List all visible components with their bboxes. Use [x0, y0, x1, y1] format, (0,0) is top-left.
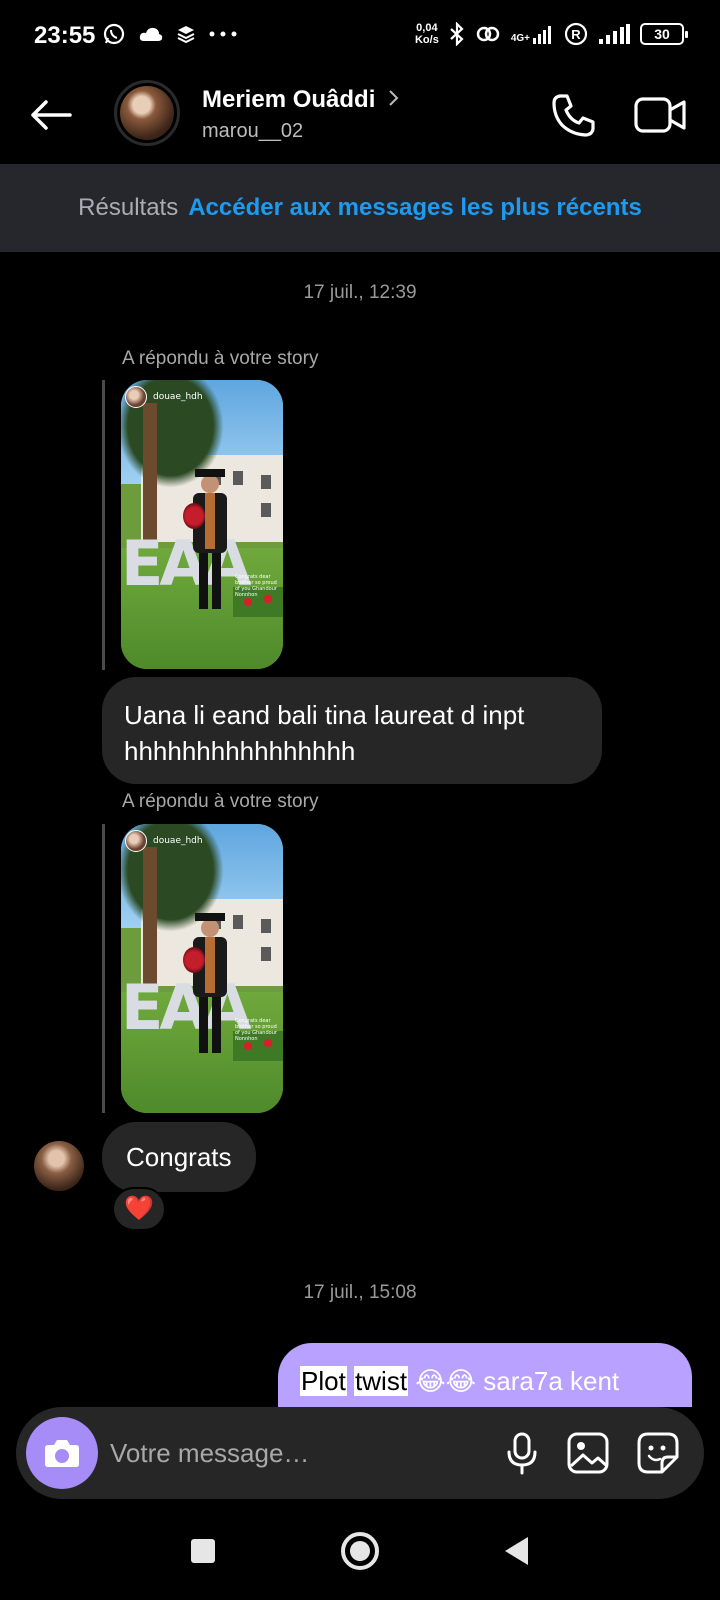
phone-icon[interactable]: [548, 90, 598, 140]
story-username: douae_hdh: [153, 836, 203, 846]
contact-name[interactable]: Meriem Ouâddi: [202, 86, 375, 114]
story-window: [261, 919, 271, 934]
story-user: douae_hdh: [125, 386, 203, 408]
microphone-icon[interactable]: [496, 1427, 548, 1479]
more-dots-icon: [209, 31, 237, 37]
bluetooth-icon: [450, 22, 464, 46]
graduate-head: [201, 475, 219, 494]
story-reply-label: A répondu à votre story: [122, 791, 319, 812]
reply-quote-bar: [102, 824, 105, 1113]
results-label: Résultats: [78, 194, 179, 221]
graduate-cap: [195, 469, 225, 478]
avatar-photo: [120, 86, 174, 140]
search-highlight: twist: [354, 1366, 409, 1396]
graduate-cap: [195, 913, 225, 922]
story-graduate: [183, 469, 227, 620]
graduate-sash: [205, 937, 215, 994]
story-window: [233, 471, 243, 486]
contact-username[interactable]: marou__02: [202, 120, 303, 143]
hotspot-icon: [476, 26, 500, 42]
story-reply-label: A répondu à votre story: [122, 348, 319, 369]
story-window: [261, 475, 271, 490]
home-circle-icon[interactable]: [335, 1526, 385, 1576]
camera-icon: [45, 1440, 79, 1467]
incoming-message[interactable]: Congrats: [102, 1122, 256, 1192]
story-caption: Congrats dear brother so proud of you Gh…: [235, 1017, 277, 1042]
search-results-bar: Résultats Accéder aux messages les plus …: [0, 164, 720, 252]
camera-button[interactable]: [26, 1417, 98, 1489]
cloud-icon: [139, 27, 163, 41]
story-window: [233, 915, 243, 930]
android-nav-bar: [0, 1500, 720, 1600]
sender-avatar[interactable]: [34, 1141, 84, 1191]
timestamp: 17 juil., 12:39: [303, 282, 417, 303]
graduate-legs: [199, 997, 221, 1054]
story-user: douae_hdh: [125, 830, 203, 852]
story-graduate: [183, 913, 227, 1064]
battery-icon: 30: [640, 23, 688, 45]
chevron-right-icon[interactable]: [386, 88, 402, 108]
chat-header: Meriem Ouâddi marou__02: [0, 72, 720, 164]
network-type: 4G+: [510, 33, 530, 44]
whatsapp-icon: [103, 23, 125, 45]
speed-value: 0,04: [416, 22, 438, 34]
video-camera-icon[interactable]: [632, 90, 688, 140]
graduate-sash: [205, 493, 215, 550]
incoming-message[interactable]: Uana li eand bali tina laureat d inpt hh…: [102, 677, 602, 784]
status-left-icons: [102, 22, 238, 46]
speed-unit: Ko/s: [414, 34, 439, 46]
message-text: sara7a kent: [483, 1366, 620, 1396]
timestamp: 17 juil., 15:08: [303, 1282, 417, 1303]
emoji: 😂😂: [415, 1366, 477, 1396]
back-triangle-icon[interactable]: [492, 1526, 542, 1576]
graduate-head: [201, 919, 219, 938]
story-window: [261, 503, 271, 518]
reply-quote-bar: [102, 380, 105, 670]
outgoing-message[interactable]: Plot twist 😂😂 sara7a kent: [278, 1343, 692, 1407]
recents-square-icon[interactable]: [178, 1526, 228, 1576]
status-right-icons: 0,04 Ko/s 4G+ R 30: [415, 22, 688, 46]
back-arrow-icon[interactable]: [26, 90, 76, 140]
signal-bars-icon: [599, 24, 630, 44]
signal-icon: 4G+: [511, 24, 554, 44]
status-time: 23:55: [34, 22, 96, 49]
graduate-legs: [199, 553, 221, 610]
contact-avatar[interactable]: [114, 80, 180, 146]
status-bar: 23:55 0,04 Ko/s 4G+ R 30: [0, 0, 720, 72]
sticker-icon[interactable]: [632, 1427, 684, 1479]
story-thumbnail[interactable]: EAA douae_hdh Congrats dear brother so p…: [121, 824, 283, 1113]
story-username: douae_hdh: [153, 392, 203, 402]
message-input[interactable]: [110, 1431, 450, 1475]
message-composer: [16, 1407, 704, 1499]
jump-to-recent-link[interactable]: Accéder aux messages les plus récents: [188, 194, 642, 222]
story-user-avatar: [125, 830, 147, 852]
heart-reaction-icon[interactable]: ❤️: [112, 1187, 166, 1231]
network-speed: 0,04 Ko/s: [415, 22, 439, 46]
svg-text:R: R: [571, 27, 581, 42]
story-caption: Congrats dear brother so proud of you Gh…: [235, 573, 277, 598]
story-thumbnail[interactable]: EAA douae_hdh Congrats dear brother so p…: [121, 380, 283, 669]
story-user-avatar: [125, 386, 147, 408]
gallery-icon[interactable]: [562, 1427, 614, 1479]
layers-icon: [177, 26, 195, 44]
search-highlight: Plot: [300, 1366, 347, 1396]
roaming-icon: R: [564, 22, 588, 46]
story-window: [261, 947, 271, 962]
